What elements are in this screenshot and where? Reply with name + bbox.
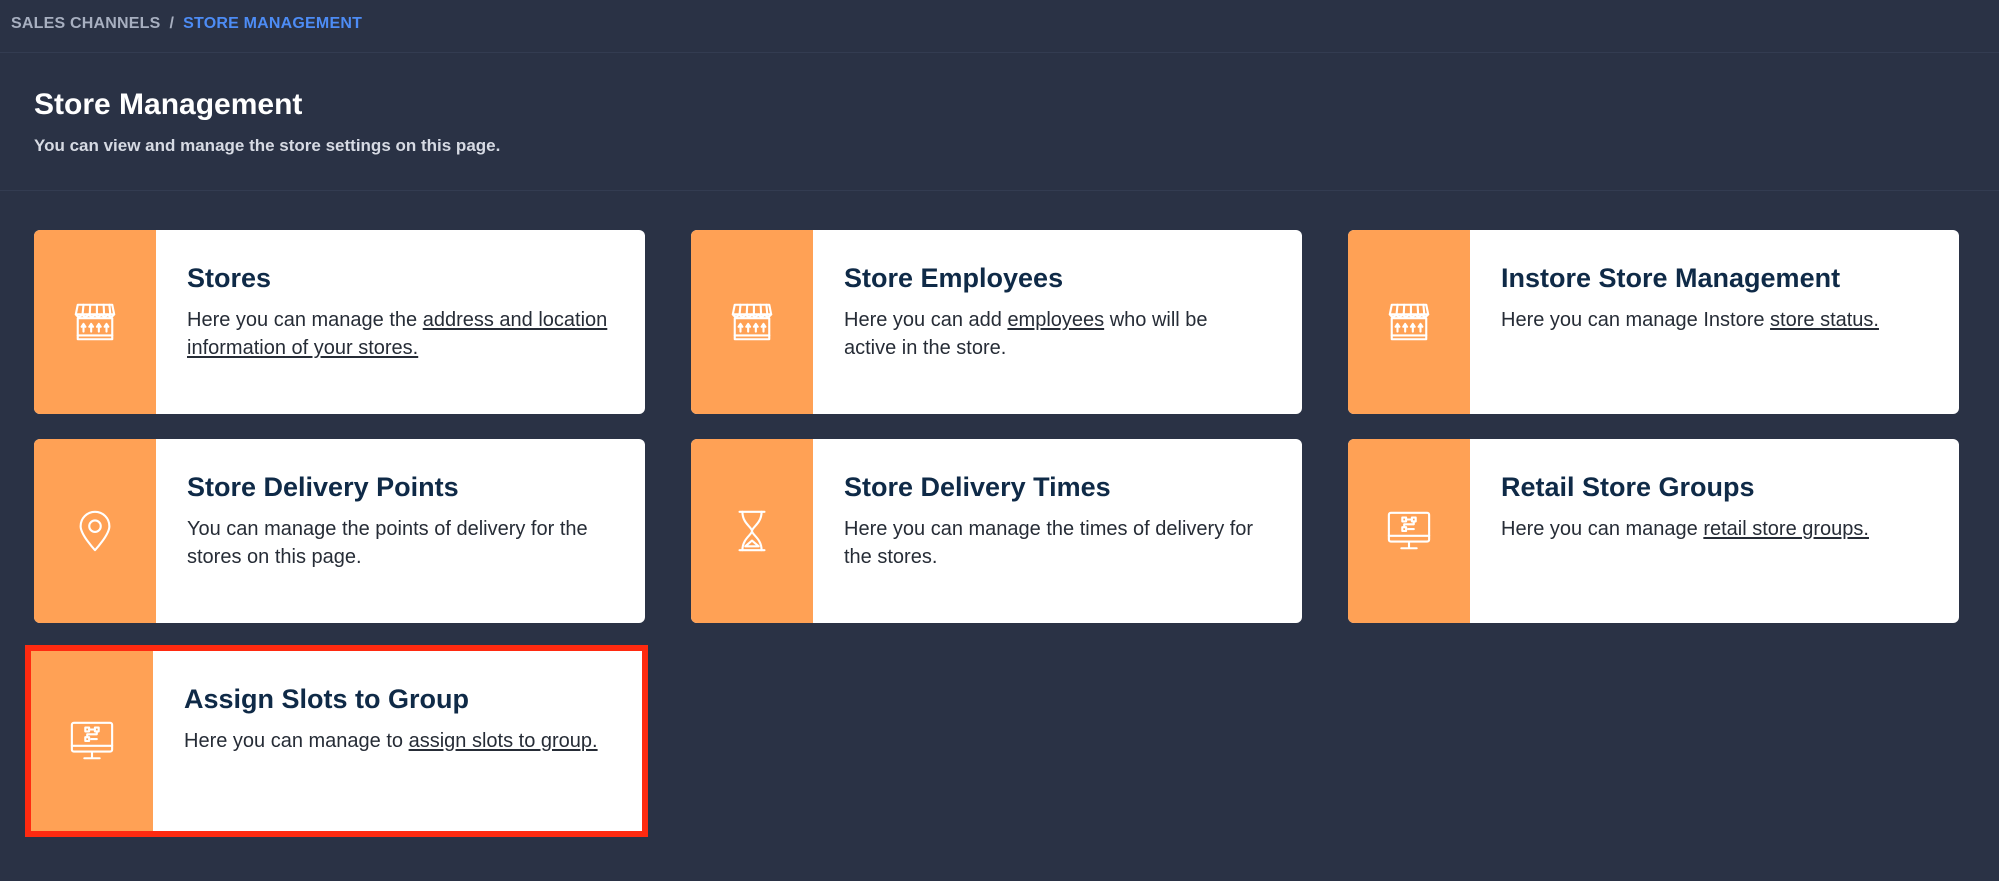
card-title: Store Delivery Points bbox=[187, 472, 459, 502]
card-icon-panel bbox=[1348, 439, 1470, 623]
card-description-text: Here you can manage bbox=[1501, 517, 1704, 540]
card-description-text: Here you can manage the times of deliver… bbox=[844, 517, 1254, 568]
card-store-employees[interactable]: Store Employees Here you can add employe… bbox=[691, 230, 1302, 414]
card-description: Here you can manage retail store groups. bbox=[1501, 515, 1941, 543]
card-store-delivery-times[interactable]: Store Delivery Times Here you can manage… bbox=[691, 439, 1302, 623]
retail-store-groups-link[interactable]: retail store groups. bbox=[1703, 518, 1869, 540]
monitor-network-icon bbox=[1387, 511, 1431, 550]
card-icon-panel bbox=[1348, 230, 1470, 414]
store-management-page: SALES CHANNELS / STORE MANAGEMENT Store … bbox=[0, 0, 1999, 881]
card-description-text: Here you can add bbox=[844, 308, 1008, 331]
card-title: Stores bbox=[187, 263, 272, 293]
header-divider-bottom bbox=[0, 190, 1999, 191]
card-body: Stores Here you can manage the address a… bbox=[156, 230, 645, 414]
page-title: Store Management bbox=[34, 88, 303, 121]
header-divider-top bbox=[0, 52, 1999, 53]
card-description: Here you can manage the times of deliver… bbox=[844, 515, 1274, 571]
storefront-icon bbox=[731, 303, 773, 341]
card-store-delivery-points[interactable]: Store Delivery Points You can manage the… bbox=[34, 439, 645, 623]
card-instore-store-management[interactable]: Instore Store Management Here you can ma… bbox=[1348, 230, 1959, 414]
card-title: Retail Store Groups bbox=[1501, 472, 1755, 502]
map-pin-icon bbox=[79, 510, 111, 552]
storefront-icon bbox=[1388, 303, 1430, 341]
card-body: Instore Store Management Here you can ma… bbox=[1470, 230, 1959, 414]
storefront-icon bbox=[74, 303, 116, 341]
card-description-text: Here you can manage Instore bbox=[1501, 308, 1771, 331]
breadcrumb-separator: / bbox=[169, 15, 175, 32]
card-icon-panel bbox=[34, 230, 156, 414]
monitor-network-icon bbox=[70, 721, 114, 760]
card-icon-panel bbox=[691, 230, 813, 414]
card-description: You can manage the points of delivery fo… bbox=[187, 515, 617, 571]
breadcrumb-sales-channels[interactable]: SALES CHANNELS bbox=[11, 15, 160, 33]
card-assign-slots-to-group[interactable]: Assign Slots to Group Here you can manag… bbox=[25, 645, 648, 837]
card-retail-store-groups[interactable]: Retail Store Groups Here you can manage … bbox=[1348, 439, 1959, 623]
employees-link[interactable]: employees bbox=[1007, 309, 1104, 331]
card-description: Here you can manage Instore store status… bbox=[1501, 306, 1941, 334]
card-icon-panel bbox=[31, 651, 153, 831]
card-icon-panel bbox=[34, 439, 156, 623]
page-subtitle: You can view and manage the store settin… bbox=[34, 136, 501, 155]
card-title: Store Delivery Times bbox=[844, 472, 1111, 502]
card-title: Store Employees bbox=[844, 263, 1064, 293]
hourglass-icon bbox=[738, 510, 766, 552]
card-body: Store Employees Here you can add employe… bbox=[813, 230, 1294, 414]
card-description-text: Here you can manage to bbox=[184, 729, 409, 752]
store-status-link[interactable]: store status. bbox=[1770, 309, 1879, 331]
card-title: Instore Store Management bbox=[1501, 263, 1841, 293]
breadcrumb: SALES CHANNELS / STORE MANAGEMENT bbox=[11, 14, 362, 34]
card-description-text: Here you can manage the bbox=[187, 308, 423, 331]
breadcrumb-store-management[interactable]: STORE MANAGEMENT bbox=[183, 15, 362, 33]
card-description: Here you can manage the address and loca… bbox=[187, 306, 617, 362]
card-body: Assign Slots to Group Here you can manag… bbox=[153, 651, 642, 831]
card-description: Here you can manage to assign slots to g… bbox=[184, 727, 624, 755]
card-description: Here you can add employees who will be a… bbox=[844, 306, 1264, 362]
card-description-text: You can manage the points of delivery fo… bbox=[187, 517, 588, 568]
assign-slots-link[interactable]: assign slots to group. bbox=[409, 730, 598, 752]
card-body: Store Delivery Points You can manage the… bbox=[156, 439, 645, 623]
card-stores[interactable]: Stores Here you can manage the address a… bbox=[34, 230, 645, 414]
card-body: Retail Store Groups Here you can manage … bbox=[1470, 439, 1959, 623]
card-title: Assign Slots to Group bbox=[184, 684, 470, 714]
card-body: Store Delivery Times Here you can manage… bbox=[813, 439, 1302, 623]
card-icon-panel bbox=[691, 439, 813, 623]
